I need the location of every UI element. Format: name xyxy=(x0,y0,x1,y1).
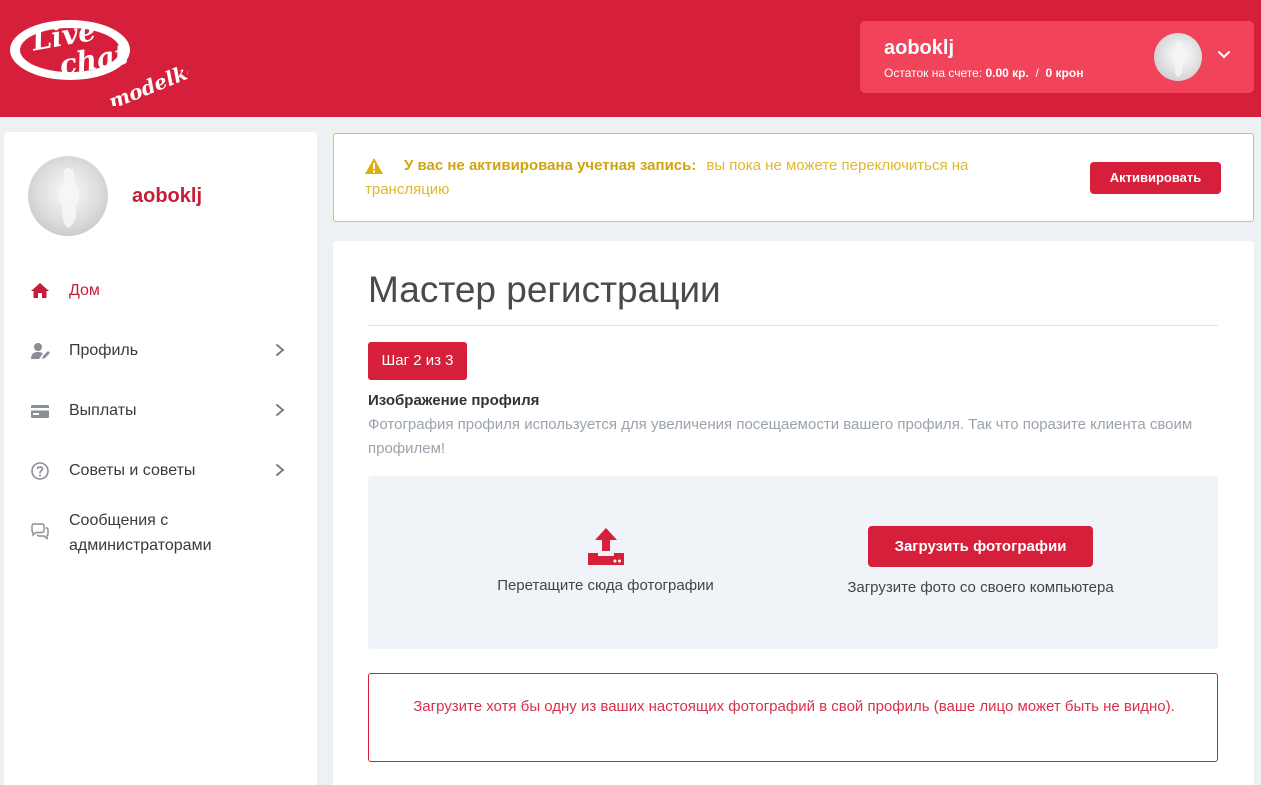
balance-kron: 0 крон xyxy=(1045,66,1084,80)
sidebar-item-admin-messages[interactable]: Сообщения с администраторами xyxy=(4,508,317,564)
upload-photos-button[interactable]: Загрузить фотографии xyxy=(868,526,1093,567)
home-icon xyxy=(31,283,49,298)
user-edit-icon xyxy=(31,343,50,359)
question-circle-icon xyxy=(31,462,49,480)
alert-title: У вас не активирована учетная запись: xyxy=(404,157,697,174)
account-balance: Остаток на счете: 0.00 кр. / 0 крон xyxy=(884,66,1083,80)
avatar-figure-icon xyxy=(1172,41,1185,77)
upload-icon xyxy=(588,528,624,565)
sidebar-item-label: Выплаты xyxy=(69,402,137,419)
balance-separator: / xyxy=(1035,66,1039,80)
header-username: aoboklj xyxy=(884,37,955,59)
page-title: Мастер регистрации xyxy=(368,269,721,310)
sidebar-item-profile[interactable]: Профиль xyxy=(4,331,317,371)
sidebar-username: aoboklj xyxy=(132,185,203,207)
sidebar-avatar[interactable] xyxy=(28,156,108,236)
chevron-right-icon xyxy=(276,344,285,356)
section-description: Фотография профиля используется для увел… xyxy=(368,416,1193,457)
registration-wizard-card: Мастер регистрации Шаг 2 из 3 Изображени… xyxy=(333,241,1254,785)
upload-hint: Загрузите фото со своего компьютера xyxy=(847,579,1114,596)
logo-graphic: Live chat modelka xyxy=(10,14,203,114)
sidebar-item-label: Советы и советы xyxy=(69,462,196,479)
account-panel[interactable]: aoboklj Остаток на счете: 0.00 кр. / 0 к… xyxy=(860,21,1254,93)
photo-upload-area[interactable]: Перетащите сюда фотографии Загрузить фот… xyxy=(368,476,1218,649)
balance-kr: 0.00 кр. xyxy=(985,66,1029,80)
credit-card-icon xyxy=(31,405,49,418)
notice-text: Загрузите хотя бы одну из ваших настоящи… xyxy=(413,698,1175,715)
livechat-logo[interactable]: Live chat modelka xyxy=(8,10,203,114)
divider xyxy=(368,325,1218,326)
alert-text: У вас не активирована учетная запись: вы … xyxy=(365,154,1045,202)
account-not-activated-alert: У вас не активирована учетная запись: вы … xyxy=(333,133,1254,222)
chevron-down-icon[interactable] xyxy=(1216,47,1232,63)
sidebar-item-label: Сообщения с администраторами xyxy=(69,512,212,554)
photo-requirement-notice: Загрузите хотя бы одну из ваших настоящи… xyxy=(368,673,1218,762)
top-header: Live chat modelka aoboklj Остаток на сче… xyxy=(0,0,1261,117)
activate-button[interactable]: Активировать xyxy=(1090,162,1221,194)
sidebar-item-label: Профиль xyxy=(69,342,139,359)
chevron-right-icon xyxy=(276,464,285,476)
step-badge: Шаг 2 из 3 xyxy=(368,342,467,380)
sidebar-item-tips[interactable]: Советы и советы xyxy=(4,451,317,491)
sidebar-item-label: Дом xyxy=(69,282,100,299)
avatar-figure-icon xyxy=(58,168,79,228)
header-avatar[interactable] xyxy=(1154,33,1202,81)
sidebar: aoboklj Дом Профиль Выплаты Советы и сов… xyxy=(4,132,317,785)
drop-zone-label: Перетащите сюда фотографии xyxy=(497,577,714,594)
chevron-right-icon xyxy=(276,404,285,416)
sidebar-item-payouts[interactable]: Выплаты xyxy=(4,391,317,431)
section-title: Изображение профиля xyxy=(368,392,540,409)
balance-label: Остаток на счете: xyxy=(884,66,983,80)
sidebar-item-home[interactable]: Дом xyxy=(4,271,317,311)
chat-bubbles-icon xyxy=(31,523,49,540)
